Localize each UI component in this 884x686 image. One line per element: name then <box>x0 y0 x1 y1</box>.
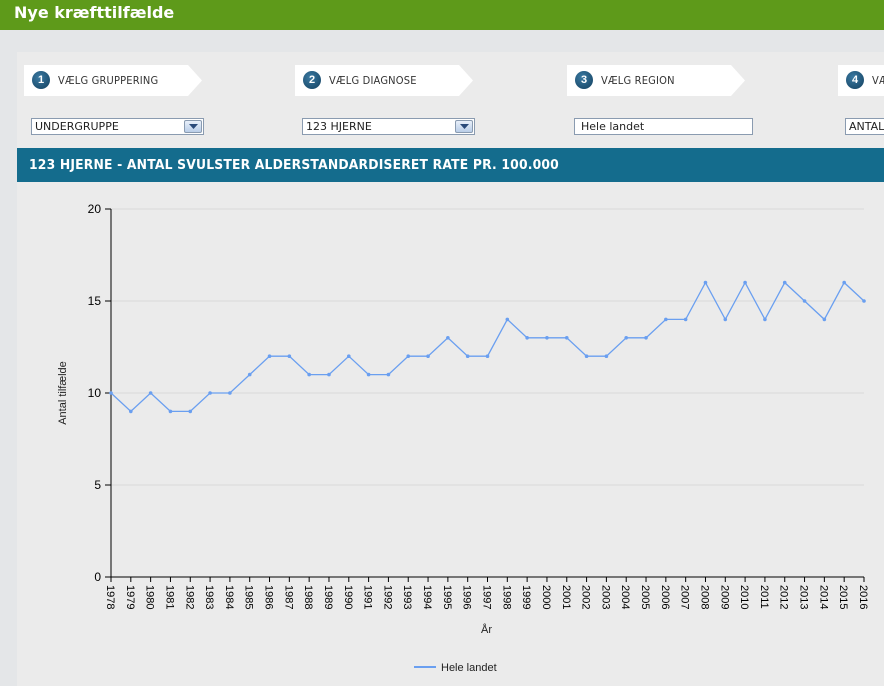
x-tick-label: 2007 <box>679 585 691 609</box>
data-point <box>366 372 371 377</box>
data-point <box>525 336 529 340</box>
y-tick-label: 5 <box>94 478 101 492</box>
x-tick-label: 2005 <box>639 585 651 609</box>
data-point <box>386 372 391 377</box>
x-tick-label: 1983 <box>203 585 215 609</box>
data-point <box>307 372 311 377</box>
x-tick-label: 2011 <box>758 585 770 609</box>
data-point <box>168 409 173 414</box>
y-axis-label: Antal tilfælde <box>57 361 69 425</box>
x-tick-label: 1988 <box>302 585 314 609</box>
legend-label: Hele landet <box>441 662 497 674</box>
x-tick-label: 1997 <box>481 585 493 609</box>
data-point <box>584 354 589 359</box>
x-tick-label: 2010 <box>738 585 750 609</box>
x-tick-label: 1986 <box>263 585 275 609</box>
x-tick-label: 1981 <box>163 585 175 609</box>
data-point <box>109 391 113 395</box>
y-tick-label: 10 <box>88 386 102 400</box>
data-point <box>267 354 272 359</box>
data-point <box>564 336 569 340</box>
x-tick-label: 2012 <box>778 585 790 609</box>
x-tick-label: 1992 <box>381 585 393 609</box>
x-tick-label: 1984 <box>223 585 235 609</box>
x-tick-label: 2016 <box>857 585 869 609</box>
x-tick-label: 1985 <box>243 585 255 609</box>
x-tick-label: 1993 <box>401 585 413 609</box>
data-point <box>208 391 212 395</box>
x-tick-label: 2006 <box>659 585 671 609</box>
data-point <box>664 317 668 322</box>
x-tick-label: 1999 <box>520 585 532 609</box>
x-tick-label: 1995 <box>441 585 453 609</box>
data-point <box>505 317 510 322</box>
x-tick-label: 1982 <box>183 585 195 609</box>
x-tick-label: 1996 <box>461 585 473 609</box>
x-tick-label: 1994 <box>421 585 433 609</box>
x-tick-label: 1998 <box>500 585 512 609</box>
x-tick-label: 1979 <box>124 585 136 609</box>
x-tick-label: 2008 <box>698 585 710 609</box>
x-tick-label: 2003 <box>599 585 611 609</box>
data-point <box>426 354 430 359</box>
data-point <box>446 336 450 340</box>
data-point <box>703 280 708 285</box>
x-tick-label: 2002 <box>580 585 592 609</box>
x-tick-label: 1989 <box>322 585 334 609</box>
x-tick-label: 1980 <box>144 585 156 609</box>
data-point <box>406 354 411 359</box>
x-tick-label: 2000 <box>540 585 552 609</box>
data-point <box>604 354 609 359</box>
x-tick-label: 2009 <box>718 585 730 609</box>
data-point <box>683 317 688 322</box>
data-point <box>802 299 807 303</box>
data-point <box>247 372 252 377</box>
data-point <box>465 354 470 359</box>
data-point <box>842 280 846 285</box>
series-line <box>110 281 865 413</box>
x-tick-label: 2013 <box>798 585 810 609</box>
data-point <box>545 336 549 340</box>
data-point <box>723 317 728 322</box>
y-tick-label: 15 <box>88 294 102 308</box>
data-point <box>346 354 351 359</box>
data-point <box>228 391 232 395</box>
x-tick-label: 2001 <box>560 585 572 609</box>
x-tick-label: 1991 <box>362 585 374 609</box>
data-point <box>188 409 193 414</box>
x-tick-label: 2014 <box>817 585 829 609</box>
data-point <box>782 280 787 285</box>
x-tick-label: 2004 <box>619 585 631 609</box>
data-point <box>485 354 490 359</box>
data-point <box>287 354 292 359</box>
data-point <box>327 372 331 377</box>
data-point <box>148 391 153 395</box>
x-tick-label: 1978 <box>104 585 116 609</box>
data-point <box>743 280 747 285</box>
y-tick-label: 0 <box>94 570 101 584</box>
data-point <box>862 299 866 303</box>
y-tick-label: 20 <box>88 202 102 216</box>
data-point <box>129 409 133 414</box>
data-point <box>624 336 629 340</box>
x-axis-label: År <box>481 623 492 636</box>
data-point <box>822 317 827 322</box>
data-point <box>763 317 767 322</box>
x-tick-label: 1987 <box>282 585 294 609</box>
x-tick-label: 1990 <box>342 585 354 609</box>
x-tick-label: 2015 <box>837 585 849 609</box>
line-chart: 0 5 10 15 20 1978 1979 1980 1981 1982 1983 1984 1985… <box>57 202 869 674</box>
data-point <box>644 336 648 340</box>
